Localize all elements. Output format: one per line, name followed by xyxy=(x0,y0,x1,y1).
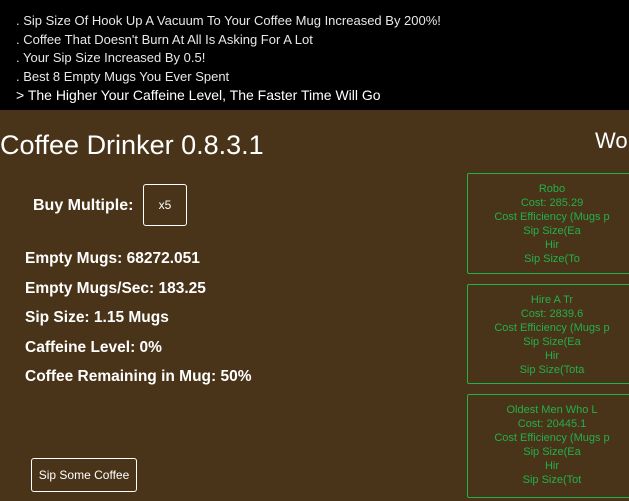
worker-sip-total: Sip Size(To xyxy=(524,253,580,265)
worker-cost: Cost: 2839.6 xyxy=(520,308,584,320)
worker-hired: Hir xyxy=(544,239,560,251)
worker-sip-total: Sip Size(Tota xyxy=(519,364,585,376)
worker-sip-each: Sip Size(Ea xyxy=(523,336,581,348)
sip-coffee-button[interactable]: Sip Some Coffee xyxy=(31,458,137,492)
worker-efficiency: Cost Efficiency (Mugs p xyxy=(494,322,610,334)
worker-sip-total: Sip Size(Tot xyxy=(522,474,582,486)
worker-hired: Hir xyxy=(544,460,560,472)
workers-title: Wo xyxy=(595,128,628,153)
worker-cost: Cost: 20445.1 xyxy=(517,418,587,430)
log-line: . Sip Size Of Hook Up A Vacuum To Your C… xyxy=(16,13,441,28)
worker-sip-each: Sip Size(Ea xyxy=(523,225,581,237)
message-log: . Sip Size Of Hook Up A Vacuum To Your C… xyxy=(0,0,629,110)
worker-card-oldest-men[interactable]: Oldest Men Who L Cost: 20445.1 Cost Effi… xyxy=(467,394,629,498)
worker-efficiency: Cost Efficiency (Mugs p xyxy=(494,211,610,223)
worker-name: Hire A Tr xyxy=(530,294,574,306)
buy-multiple-button[interactable]: x5 xyxy=(143,184,187,226)
empty-mugs-stat: Empty Mugs: 68272.051 xyxy=(25,250,200,267)
worker-name: Oldest Men Who L xyxy=(506,404,598,416)
log-line: . Coffee That Doesn't Burn At All Is Ask… xyxy=(16,31,313,47)
worker-name: Robo xyxy=(538,183,566,195)
log-line: . Your Sip Size Increased By 0.5! xyxy=(16,50,206,65)
worker-card-hire[interactable]: Hire A Tr Cost: 2839.6 Cost Efficiency (… xyxy=(467,284,629,384)
worker-efficiency: Cost Efficiency (Mugs p xyxy=(494,432,610,444)
game-title: Coffee Drinker 0.8.3.1 xyxy=(0,130,264,160)
worker-hired: Hir xyxy=(544,350,560,362)
log-line: . Best 8 Empty Mugs You Ever Spent xyxy=(16,68,230,84)
caffeine-level-stat: Caffeine Level: 0% xyxy=(25,338,162,356)
worker-sip-each: Sip Size(Ea xyxy=(523,446,581,458)
stats-panel: Empty Mugs: 68272.051 Empty Mugs/Sec: 18… xyxy=(25,244,252,392)
sip-size-stat: Sip Size: 1.15 Mugs xyxy=(25,309,169,326)
buy-multiple-label: Buy Multiple: xyxy=(33,197,134,214)
worker-card-robo[interactable]: Robo Cost: 285.29 Cost Efficiency (Mugs … xyxy=(467,173,629,274)
worker-cost: Cost: 285.29 xyxy=(520,197,584,209)
log-line-latest: > The Higher Your Caffeine Level, The Fa… xyxy=(16,87,381,103)
coffee-remaining-stat: Coffee Remaining in Mug: 50% xyxy=(25,368,252,385)
empty-mugs-per-sec-stat: Empty Mugs/Sec: 183.25 xyxy=(25,279,206,297)
